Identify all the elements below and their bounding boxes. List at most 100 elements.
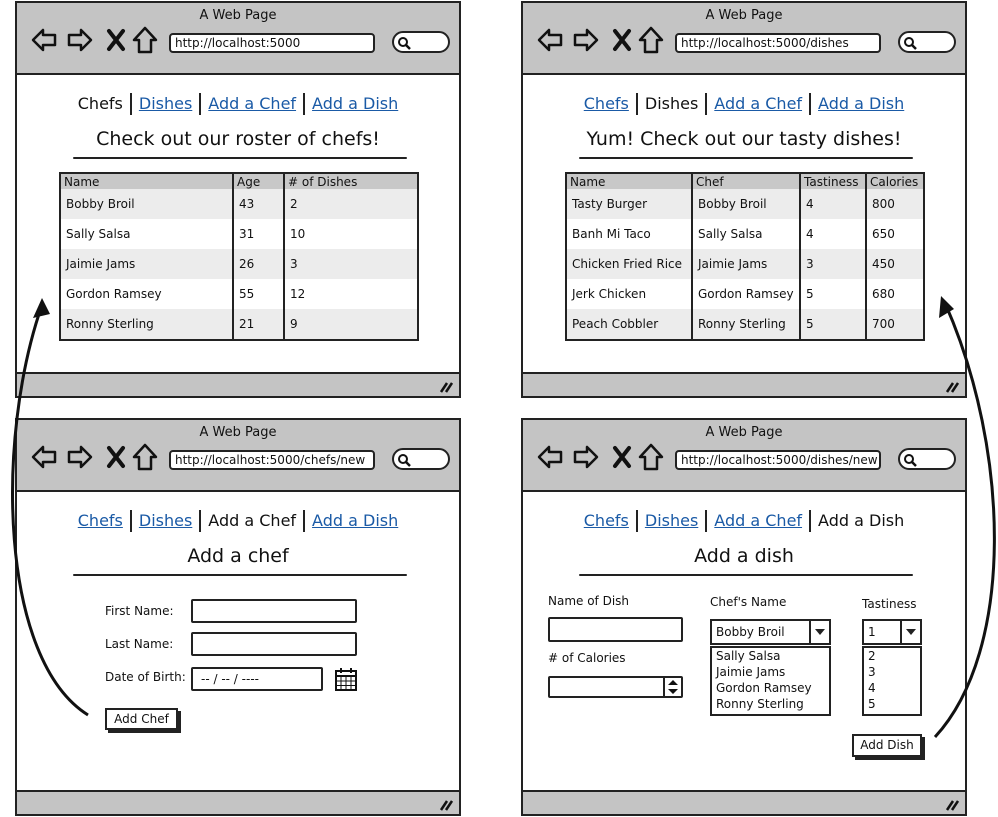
home-icon[interactable] [638,25,664,55]
table-row: Peach Cobbler Ronny Sterling 5 700 [566,309,924,340]
add-chef-button[interactable]: Add Chef [105,708,178,730]
stop-icon[interactable] [106,442,126,472]
nav-add-chef-current: Add a Chef [199,510,303,532]
search-box[interactable] [392,448,450,470]
table-cell: Peach Cobbler [566,309,692,340]
forward-icon[interactable] [66,25,94,55]
site-nav: Chefs Dishes Add a Chef Add a Dish [17,93,459,115]
stop-icon[interactable] [612,25,632,55]
browser-window-new-dish: A Web Page http://localhost:5000/dishes/… [521,418,967,816]
calendar-icon[interactable] [334,666,358,692]
search-box[interactable] [392,31,450,53]
list-item[interactable]: Gordon Ramsey [716,680,829,696]
stop-icon[interactable] [612,442,632,472]
column-header: Chef [691,173,800,189]
nav-chefs-link[interactable]: Chefs [71,510,130,532]
search-icon [398,454,411,467]
calories-stepper[interactable] [548,676,683,698]
home-icon[interactable] [638,442,664,472]
dob-field[interactable]: -- / -- / ---- [191,667,323,691]
resize-grip-icon[interactable] [439,799,453,811]
list-item[interactable]: 3 [868,664,920,680]
nav-chefs-current: Chefs [77,94,123,113]
list-item[interactable]: Ronny Sterling [716,696,829,712]
browser-toolbar: A Web Page http://localhost:5000/dishes [523,3,965,75]
nav-add-dish-link[interactable]: Add a Dish [303,510,405,532]
table-cell: Chicken Fried Rice [566,249,692,279]
search-box[interactable] [898,448,956,470]
status-bar [523,790,965,814]
table-cell: 4 [799,189,866,219]
chevron-down-icon[interactable] [809,621,829,643]
browser-toolbar: A Web Page http://localhost:5000/chefs/n… [17,420,459,492]
dish-name-field[interactable] [548,617,683,642]
add-dish-button[interactable]: Add Dish [852,734,922,757]
table-row: Jerk Chicken Gordon Ramsey 5 680 [566,279,924,309]
table-row: Tasty Burger Bobby Broil 4 800 [566,189,924,219]
table-cell: Sally Salsa [691,219,800,249]
nav-chefs-link[interactable]: Chefs [577,510,636,532]
table-cell: 9 [283,309,418,340]
table-cell: Ronny Sterling [60,309,233,340]
stop-icon[interactable] [106,25,126,55]
window-title: A Web Page [199,8,277,23]
nav-chefs-link[interactable]: Chefs [577,93,636,115]
nav-add-chef-link[interactable]: Add a Chef [705,93,809,115]
resize-grip-icon[interactable] [945,381,959,393]
address-bar[interactable]: http://localhost:5000/chefs/new [169,450,375,470]
list-item[interactable]: 2 [868,648,920,664]
last-name-field[interactable] [191,632,357,656]
table-cell: 21 [232,309,284,340]
search-box[interactable] [898,31,956,53]
resize-grip-icon[interactable] [439,381,453,393]
nav-add-chef-link[interactable]: Add a Chef [199,93,303,115]
back-icon[interactable] [536,25,564,55]
forward-icon[interactable] [66,442,94,472]
table-row: Jaimie Jams 26 3 [60,249,418,279]
back-icon[interactable] [30,25,58,55]
list-item[interactable]: 4 [868,680,920,696]
window-title: A Web Page [199,425,277,440]
search-icon [904,454,917,467]
table-cell: Banh Mi Taco [572,227,651,241]
browser-window-new-chef: A Web Page http://localhost:5000/chefs/n… [15,418,461,816]
address-bar[interactable]: http://localhost:5000 [169,33,375,53]
home-icon[interactable] [132,442,158,472]
column-header: Tastiness [799,173,866,189]
list-item[interactable]: Jaimie Jams [716,664,829,680]
first-name-field[interactable] [191,599,357,623]
nav-add-dish-current: Add a Dish [809,510,911,532]
dish-name-label: Name of Dish [548,594,630,608]
table-cell: Tasty Burger [566,189,692,219]
chef-select[interactable]: Bobby Broil [710,619,831,645]
list-item[interactable]: Sally Salsa [716,648,829,664]
home-icon[interactable] [132,25,158,55]
nav-add-dish-link[interactable]: Add a Dish [303,93,405,115]
table-row: Chicken Fried Rice Jaimie Jams 3 450 [566,249,924,279]
nav-add-chef-link[interactable]: Add a Chef [705,510,809,532]
table-cell: 680 [865,279,924,309]
stepper-arrows-icon[interactable] [663,678,681,696]
site-nav: Chefs Dishes Add a Chef Add a Dish [17,510,459,532]
forward-icon[interactable] [572,442,600,472]
status-bar [523,372,965,396]
nav-dishes-link[interactable]: Dishes [129,510,199,532]
site-nav: Chefs Dishes Add a Chef Add a Dish [523,510,965,532]
table-cell: Jaimie Jams [60,249,233,279]
resize-grip-icon[interactable] [945,799,959,811]
back-icon[interactable] [30,442,58,472]
chef-name-label: Chef's Name [710,595,787,609]
nav-dishes-link[interactable]: Dishes [635,510,705,532]
forward-icon[interactable] [572,25,600,55]
address-bar[interactable]: http://localhost:5000/dishes [675,33,881,53]
list-item[interactable]: 5 [868,696,920,712]
address-bar[interactable]: http://localhost:5000/dishes/new [675,450,881,470]
nav-add-dish-link[interactable]: Add a Dish [809,93,911,115]
tastiness-select[interactable]: 1 [862,619,922,645]
column-header: Name [60,173,233,189]
first-name-label: First Name: [105,604,174,618]
chevron-down-icon[interactable] [900,621,920,643]
nav-dishes-link[interactable]: Dishes [129,93,199,115]
window-title: A Web Page [705,425,783,440]
back-icon[interactable] [536,442,564,472]
